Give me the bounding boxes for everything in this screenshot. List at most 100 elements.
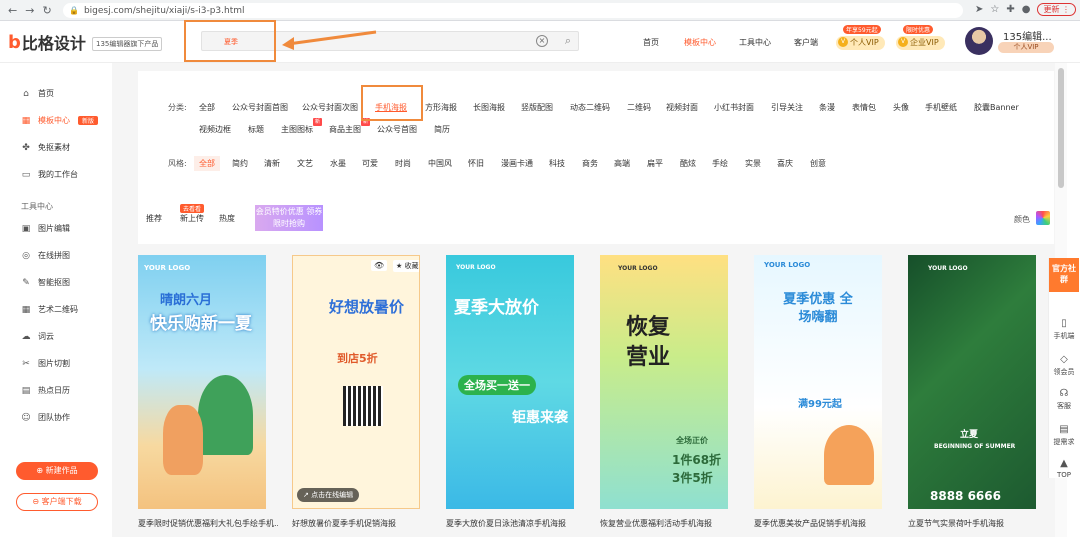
card-caption[interactable]: 夏季优惠美妆产品促销手机海报 bbox=[754, 518, 894, 529]
category-chip[interactable]: 条漫 bbox=[819, 102, 835, 113]
category-chip[interactable]: 标题 bbox=[248, 124, 264, 135]
sidebar-tool-calendar[interactable]: ▤ 热点日历 bbox=[21, 385, 70, 396]
sort-hot[interactable]: 热度 bbox=[219, 213, 235, 224]
style-chip[interactable]: 扁平 bbox=[647, 158, 663, 169]
scrollbar-thumb[interactable] bbox=[1058, 68, 1064, 188]
share-icon[interactable]: ➤ bbox=[975, 4, 983, 15]
promo-banner[interactable]: 会员特价优惠 领券限时抢购 bbox=[255, 205, 323, 231]
category-chip[interactable]: 头像 bbox=[893, 102, 909, 113]
nav-client[interactable]: 客户端 bbox=[794, 37, 818, 48]
mobile-button[interactable]: ▯ 手机端 bbox=[1049, 318, 1079, 341]
style-chip[interactable]: 简约 bbox=[232, 158, 248, 169]
star-icon[interactable]: ☆ bbox=[990, 4, 999, 15]
customer-service-button[interactable]: ☊ 客服 bbox=[1049, 388, 1079, 411]
new-work-button[interactable]: ⊕ 新建作品 bbox=[16, 462, 98, 480]
style-chip-selected[interactable]: 全部 bbox=[194, 156, 220, 171]
update-button[interactable]: 更新 ⋮ bbox=[1037, 3, 1076, 16]
style-chip[interactable]: 时尚 bbox=[395, 158, 411, 169]
template-card[interactable]: 👁 ★ 收藏 好想放暑价 到店5折 ↗ 点击在线编辑 bbox=[292, 255, 420, 509]
client-download-button[interactable]: ⊖ 客户端下载 bbox=[16, 493, 98, 511]
template-card[interactable]: YOUR LOGO 立夏 BEGINNING OF SUMMER 8888 66… bbox=[908, 255, 1036, 509]
category-chip[interactable]: 胶囊Banner bbox=[974, 102, 1019, 113]
back-icon[interactable]: ← bbox=[8, 4, 17, 17]
category-chip[interactable]: 视频边框 bbox=[199, 124, 231, 135]
style-chip[interactable]: 怀旧 bbox=[468, 158, 484, 169]
sidebar-tool-wordcloud[interactable]: ☁ 词云 bbox=[21, 331, 55, 342]
sidebar-tool-cutout[interactable]: ✎ 智能抠图 bbox=[21, 277, 70, 288]
category-chip[interactable]: 公众号封面首图 bbox=[232, 102, 288, 113]
style-chip[interactable]: 水墨 bbox=[330, 158, 346, 169]
back-to-top-button[interactable]: ▲ TOP bbox=[1049, 458, 1079, 479]
card-caption[interactable]: 立夏节气实景荷叶手机海报 bbox=[908, 518, 1048, 529]
category-chip[interactable]: 公众号封面次图 bbox=[302, 102, 358, 113]
sidebar-tool-collage[interactable]: ◎ 在线拼图 bbox=[21, 250, 70, 261]
style-chip[interactable]: 可爱 bbox=[362, 158, 378, 169]
sidebar-tool-slice[interactable]: ✂ 图片切割 bbox=[21, 358, 70, 369]
official-community-button[interactable]: 官方社群 bbox=[1049, 258, 1079, 292]
sidebar-item-material[interactable]: ✤ 免抠素材 bbox=[21, 142, 70, 153]
category-chip[interactable]: 公众号首图 bbox=[377, 124, 417, 135]
template-card[interactable]: YOUR LOGO 恢复营业 全场正价 1件68折 3件5折 bbox=[600, 255, 728, 509]
category-chip[interactable]: 视频封面 bbox=[666, 102, 698, 113]
color-picker-icon[interactable] bbox=[1036, 211, 1050, 225]
sidebar-item-workspace[interactable]: ▭ 我的工作台 bbox=[21, 169, 78, 180]
card-caption[interactable]: 好想放暑价夏季手机促销海报 bbox=[292, 518, 432, 529]
style-chip[interactable]: 清新 bbox=[264, 158, 280, 169]
template-card[interactable]: YOUR LOGO 夏季优惠 全场嗨翻 满99元起 bbox=[754, 255, 882, 509]
sidebar-item-home[interactable]: ⌂ 首页 bbox=[21, 88, 54, 99]
personal-vip-button[interactable]: 年享59元起 V 个人VIP bbox=[836, 25, 886, 51]
get-vip-button[interactable]: ◇ 领会员 bbox=[1049, 354, 1079, 377]
card-caption[interactable]: 恢复营业优惠福利活动手机海报 bbox=[600, 518, 740, 529]
sidebar-tool-image-edit[interactable]: ▣ 图片编辑 bbox=[21, 223, 70, 234]
category-chip[interactable]: 方形海报 bbox=[425, 102, 457, 113]
style-chip[interactable]: 科技 bbox=[549, 158, 565, 169]
category-chip[interactable]: 长图海报 bbox=[473, 102, 505, 113]
profile-icon[interactable]: ● bbox=[1022, 4, 1031, 15]
category-chip[interactable]: 小红书封面 bbox=[714, 102, 754, 113]
user-name[interactable]: 135编辑... bbox=[1003, 28, 1052, 43]
style-chip[interactable]: 中国风 bbox=[428, 158, 452, 169]
site-logo[interactable]: b 比格设计 bbox=[8, 30, 86, 54]
style-chip[interactable]: 商务 bbox=[582, 158, 598, 169]
style-chip[interactable]: 文艺 bbox=[297, 158, 313, 169]
avatar[interactable] bbox=[965, 27, 993, 55]
sidebar-tool-team[interactable]: ☺ 团队协作 bbox=[21, 412, 70, 423]
style-chip[interactable]: 高端 bbox=[614, 158, 630, 169]
template-card[interactable]: YOUR LOGO 夏季大放价 全场买一送一 钜惠来袭 bbox=[446, 255, 574, 509]
nav-tool-center[interactable]: 工具中心 bbox=[739, 37, 771, 48]
card-caption[interactable]: 夏季限时促销优惠福利大礼包手绘手机... bbox=[138, 518, 278, 529]
nav-template-center[interactable]: 模板中心 bbox=[684, 37, 716, 48]
sort-recommend[interactable]: 推荐 bbox=[146, 213, 162, 224]
online-edit-button[interactable]: ↗ 点击在线编辑 bbox=[297, 488, 360, 502]
style-chip[interactable]: 喜庆 bbox=[777, 158, 793, 169]
clear-icon[interactable]: × bbox=[536, 35, 548, 47]
category-chip[interactable]: 简历 bbox=[434, 124, 450, 135]
style-chip[interactable]: 实景 bbox=[745, 158, 761, 169]
style-chip[interactable]: 酷炫 bbox=[680, 158, 696, 169]
company-vip-button[interactable]: 限时优惠 V 企业VIP bbox=[896, 25, 946, 51]
category-chip[interactable]: 引导关注 bbox=[771, 102, 803, 113]
category-chip[interactable]: 竖版配图 bbox=[521, 102, 553, 113]
category-chip[interactable]: 手机壁纸 bbox=[925, 102, 957, 113]
category-chip[interactable]: 商品主图 bbox=[329, 124, 361, 135]
category-chip[interactable]: 主图图标 bbox=[281, 124, 313, 135]
sidebar-item-template-center[interactable]: ▦ 模板中心 新版 bbox=[21, 115, 99, 126]
favorite-button[interactable]: ★ 收藏 bbox=[393, 260, 419, 272]
nav-home[interactable]: 首页 bbox=[643, 37, 659, 48]
template-card[interactable]: YOUR LOGO 晴朗六月 快乐购新一夏 bbox=[138, 255, 266, 509]
address-bar[interactable]: 🔒 bigesj.com/shejitu/xiaji/s-i3-p3.html bbox=[63, 3, 963, 18]
reload-icon[interactable]: ↻ bbox=[42, 4, 51, 17]
category-chip[interactable]: 动态二维码 bbox=[570, 102, 610, 113]
sort-newest[interactable]: 新上传 bbox=[180, 213, 204, 224]
category-chip[interactable]: 表情包 bbox=[852, 102, 876, 113]
category-chip[interactable]: 全部 bbox=[199, 102, 215, 113]
eye-icon[interactable]: 👁 bbox=[371, 260, 388, 271]
extension-icon[interactable]: ✚ bbox=[1006, 4, 1014, 15]
category-chip[interactable]: 二维码 bbox=[627, 102, 651, 113]
request-button[interactable]: ▤ 提需求 bbox=[1049, 424, 1079, 447]
style-chip[interactable]: 漫画卡通 bbox=[501, 158, 533, 169]
style-chip[interactable]: 创意 bbox=[810, 158, 826, 169]
sidebar-tool-qrcode[interactable]: ▦ 艺术二维码 bbox=[21, 304, 78, 315]
search-icon[interactable]: ⌕ bbox=[565, 34, 571, 48]
forward-icon[interactable]: → bbox=[25, 4, 34, 17]
